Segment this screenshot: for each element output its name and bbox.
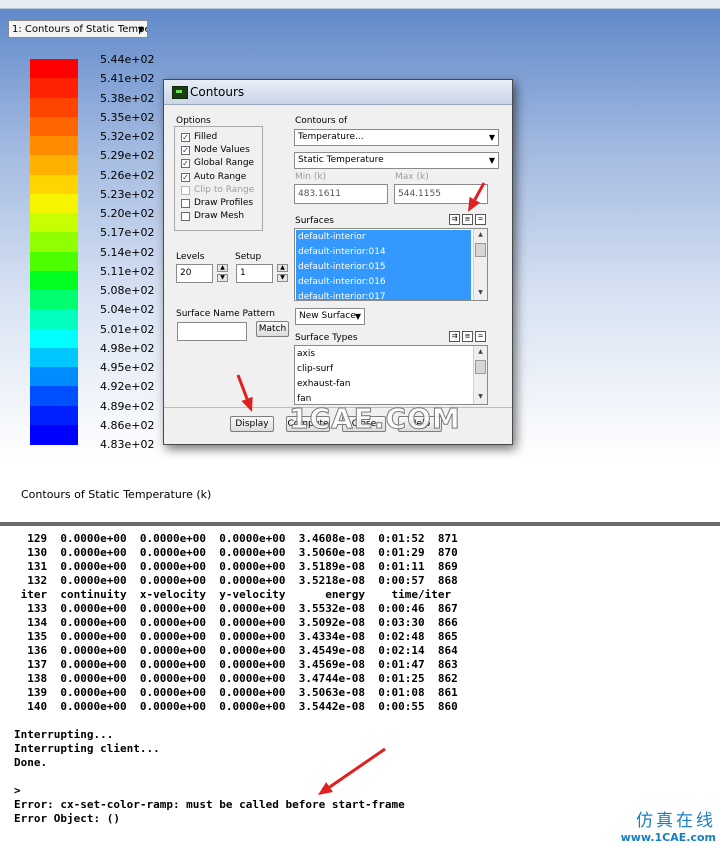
annotation-arrow-shaft xyxy=(473,182,486,201)
annotation-arrow-head xyxy=(318,782,333,795)
brand-chinese: 仿真在线 xyxy=(636,811,716,831)
annotation-arrow-shaft xyxy=(236,374,249,400)
annotation-arrow-head xyxy=(241,396,253,412)
annotation-arrows xyxy=(236,182,486,795)
brand-logo: 仿真在线 www.1CAE.com xyxy=(600,806,716,844)
annotation-arrow-group xyxy=(236,182,486,795)
brand-url: www.1CAE.com xyxy=(620,831,716,844)
annotation-arrow-shaft xyxy=(328,747,386,789)
